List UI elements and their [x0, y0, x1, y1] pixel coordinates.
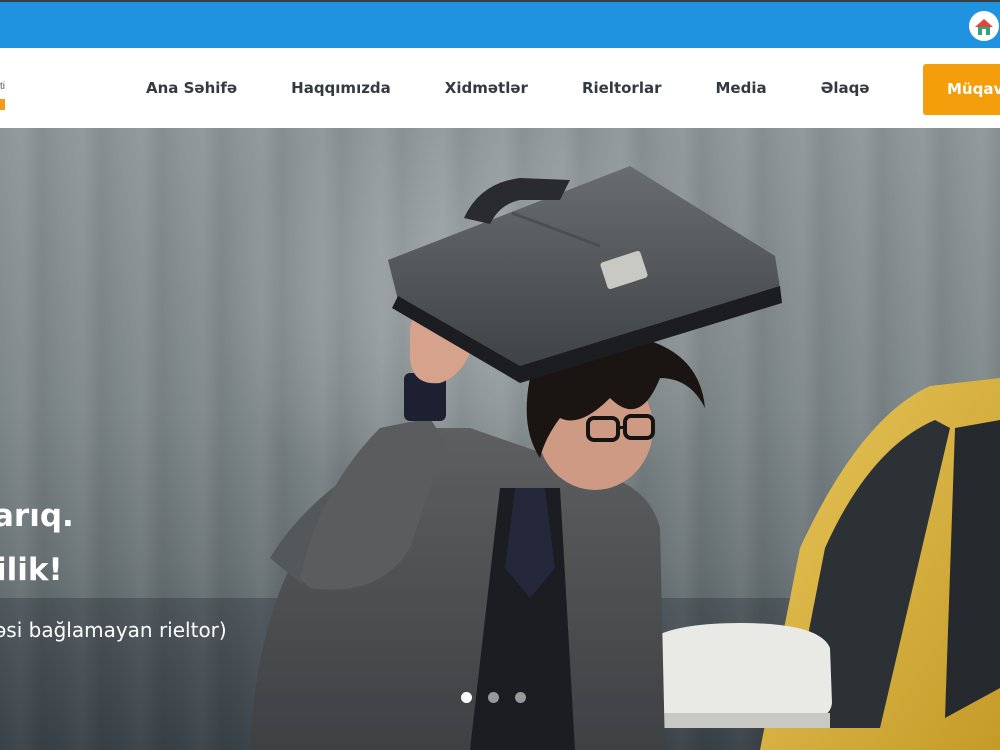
hero-slider: arıq. ilik! əsi bağlamayan rieltor)	[0, 128, 1000, 750]
slider-dot-2[interactable]	[488, 692, 499, 703]
hero-title-line2: ilik!	[0, 552, 63, 588]
main-nav: Ana Səhifə Haqqımızda Xidmətlər Rieltorl…	[146, 48, 870, 128]
hero-subtitle: əsi bağlamayan rieltor)	[0, 618, 227, 642]
slider-dot-1[interactable]	[461, 692, 472, 703]
nav-media[interactable]: Media	[715, 79, 766, 97]
house-logo-icon[interactable]	[969, 11, 999, 41]
hero-title-line1: arıq.	[0, 498, 74, 534]
nav-services[interactable]: Xidmətlər	[445, 79, 528, 97]
nav-contact[interactable]: Əlaqə	[821, 79, 870, 97]
top-bar	[0, 0, 1000, 48]
nav-home[interactable]: Ana Səhifə	[146, 79, 237, 97]
nav-about[interactable]: Haqqımızda	[291, 79, 391, 97]
contract-button[interactable]: Müqavilə	[923, 64, 1000, 115]
nav-realtors[interactable]: Rieltorlar	[582, 79, 662, 97]
logo-accent	[0, 99, 5, 110]
slider-dot-3[interactable]	[515, 692, 526, 703]
logo-text: ti	[0, 81, 5, 92]
slider-dots	[461, 692, 526, 703]
hero-image	[0, 166, 1000, 750]
